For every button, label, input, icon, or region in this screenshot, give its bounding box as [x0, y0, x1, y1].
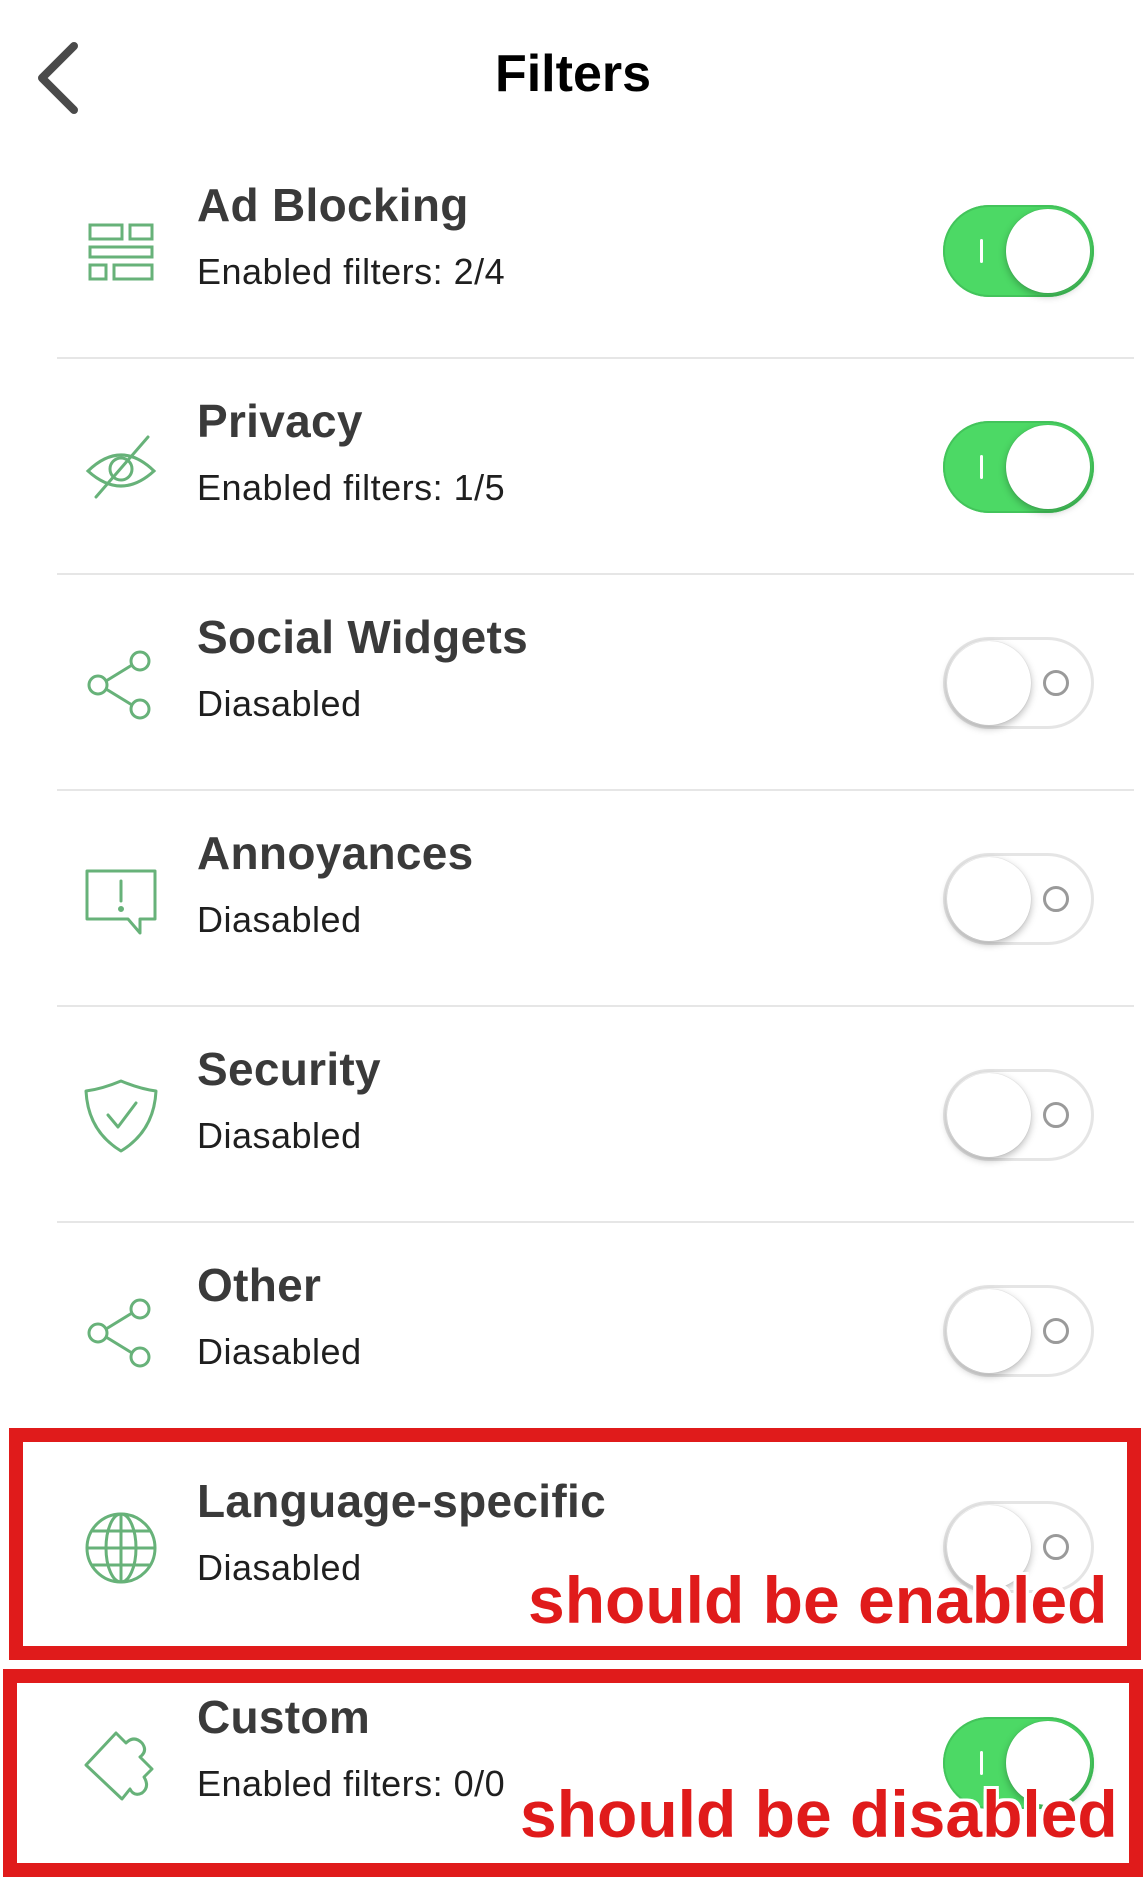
- toggle-security[interactable]: [943, 1069, 1094, 1161]
- header: Filters: [0, 0, 1146, 150]
- eye-slash-icon: [82, 429, 160, 507]
- ad-blocking-icon: [82, 213, 160, 291]
- toggle-ad-blocking[interactable]: [943, 205, 1094, 297]
- toggle-off-mark: [1043, 670, 1069, 696]
- toggle-on-mark: [980, 239, 983, 263]
- filter-status: Enabled filters: 1/5: [197, 467, 506, 508]
- filter-status: Diasabled: [197, 1331, 362, 1372]
- toggle-knob: [1006, 209, 1090, 293]
- filter-name: Other: [197, 1259, 322, 1311]
- toggle-off-mark: [1043, 1318, 1069, 1344]
- alert-message-icon: [82, 861, 160, 939]
- toggle-annoyances[interactable]: [943, 853, 1094, 945]
- filter-row-annoyances: Annoyances Diasabled: [0, 791, 1146, 1007]
- toggle-knob: [947, 641, 1031, 725]
- filter-row-ad-blocking: Ad Blocking Enabled filters: 2/4: [0, 143, 1146, 359]
- toggle-social-widgets[interactable]: [943, 637, 1094, 729]
- toggle-knob: [947, 857, 1031, 941]
- toggle-privacy[interactable]: [943, 421, 1094, 513]
- toggle-other[interactable]: [943, 1285, 1094, 1377]
- filter-name: Security: [197, 1043, 381, 1095]
- filter-row-privacy: Privacy Enabled filters: 1/5: [0, 359, 1146, 575]
- toggle-off-mark: [1043, 886, 1069, 912]
- filter-row-security: Security Diasabled: [0, 1007, 1146, 1223]
- filter-name: Privacy: [197, 395, 363, 447]
- toggle-off-mark: [1043, 1102, 1069, 1128]
- page-title: Filters: [494, 45, 652, 103]
- toggle-knob: [1006, 425, 1090, 509]
- filter-name: Ad Blocking: [197, 179, 469, 231]
- filter-row-other: Other Diasabled: [0, 1223, 1146, 1439]
- filter-name: Social Widgets: [197, 611, 528, 663]
- annotation-should-be-disabled: should be disabled: [520, 1777, 1118, 1851]
- annotation-should-be-enabled: should be enabled: [528, 1563, 1108, 1637]
- filter-status: Diasabled: [197, 683, 362, 724]
- filter-status: Diasabled: [197, 1115, 362, 1156]
- toggle-on-mark: [980, 455, 983, 479]
- filter-status: Enabled filters: 2/4: [197, 251, 506, 292]
- shield-check-icon: [82, 1077, 160, 1155]
- filter-name: Annoyances: [197, 827, 474, 879]
- share-icon: [82, 1293, 160, 1371]
- filter-row-social-widgets: Social Widgets Diasabled: [0, 575, 1146, 791]
- toggle-knob: [947, 1289, 1031, 1373]
- share-icon: [82, 645, 160, 723]
- toggle-knob: [947, 1073, 1031, 1157]
- filter-status: Diasabled: [197, 899, 362, 940]
